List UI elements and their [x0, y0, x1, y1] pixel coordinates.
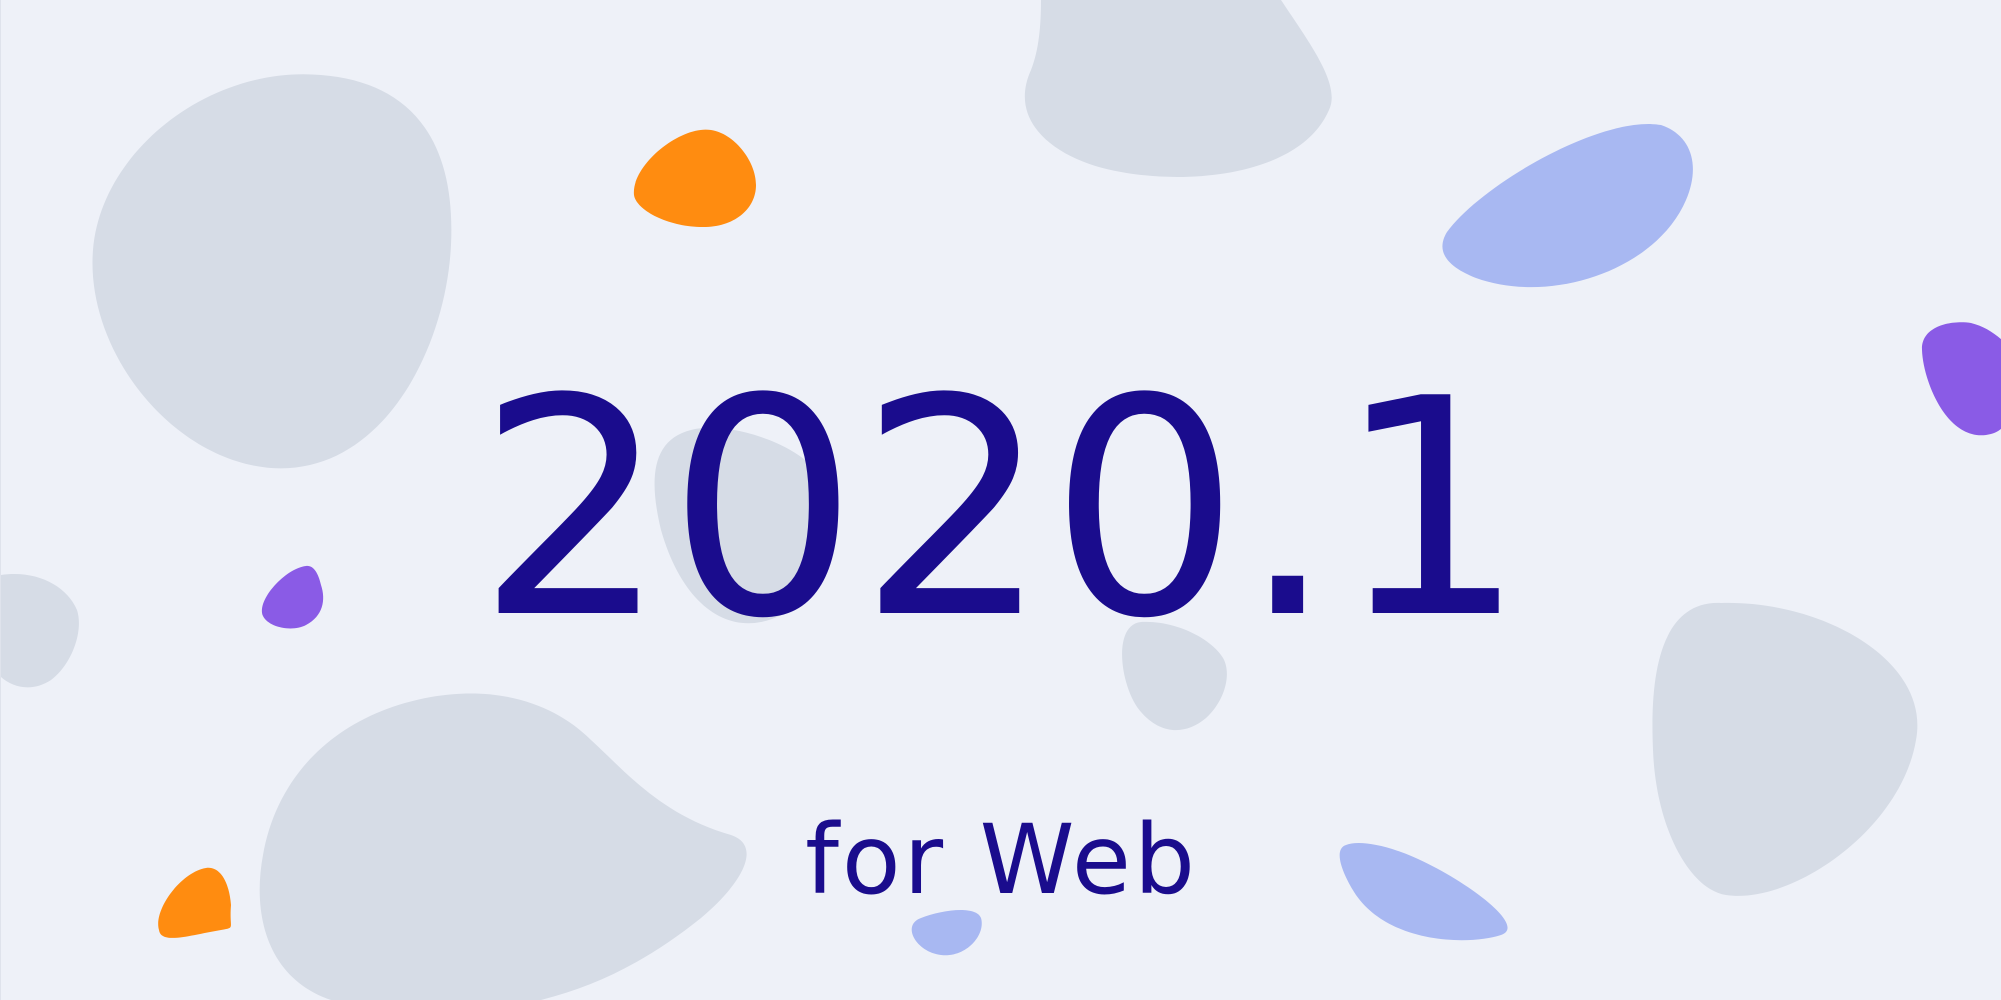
version-number: 2020.1	[476, 335, 1527, 684]
orange-blob-top	[633, 129, 756, 228]
blue-blob-top-right	[1442, 124, 1693, 288]
platform-subtitle: for Web	[805, 804, 1198, 916]
release-banner: 2020.1 for Web	[0, 0, 2001, 1000]
blue-blob-bottom-center	[911, 910, 982, 956]
gray-blob-top-center	[1024, 0, 1332, 177]
